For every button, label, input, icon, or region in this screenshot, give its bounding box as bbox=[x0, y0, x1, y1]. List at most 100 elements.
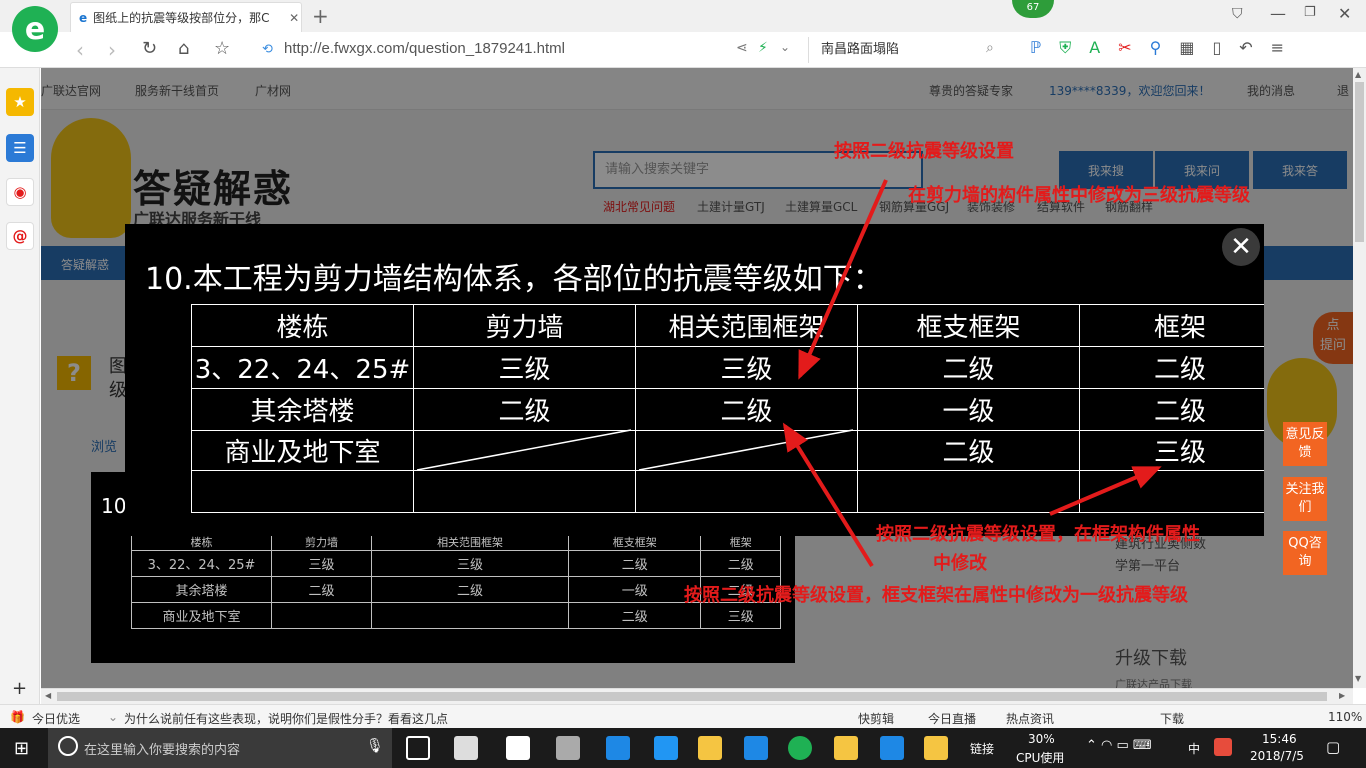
taskbar-search-input[interactable]: 在这里输入你要搜索的内容 bbox=[48, 728, 392, 768]
edge-icon[interactable] bbox=[506, 736, 530, 760]
close-window-icon[interactable]: ✕ bbox=[1338, 4, 1351, 23]
magnifier-icon[interactable]: ⚲ bbox=[1150, 38, 1162, 58]
cpu-percent: 30% bbox=[1028, 732, 1055, 746]
zoom-level[interactable]: 110% bbox=[1328, 710, 1362, 724]
chevron-icon[interactable]: ⌄ bbox=[108, 710, 118, 724]
add-icon[interactable]: + bbox=[12, 678, 27, 699]
browser-logo-icon[interactable]: e bbox=[12, 6, 58, 52]
s-c01: 三级 bbox=[270, 550, 373, 577]
tray-icons[interactable]: ⌃ ◠ ▭ ⌨ bbox=[1086, 738, 1152, 753]
feedback-button[interactable]: 意见反馈 bbox=[1283, 422, 1327, 466]
quick-edit[interactable]: 快剪辑 bbox=[858, 710, 894, 727]
ad-block-icon[interactable]: ℙ bbox=[1030, 38, 1041, 58]
tab-title: 图纸上的抗震等级按部位分，那C bbox=[93, 11, 270, 25]
s-c23: 二级 bbox=[568, 602, 702, 629]
g-icon[interactable] bbox=[556, 736, 580, 760]
search-icon[interactable]: ⌕ bbox=[986, 40, 994, 56]
notes-icon[interactable] bbox=[834, 736, 858, 760]
maximize-icon[interactable]: ❐ bbox=[1304, 5, 1316, 20]
mic-icon[interactable]: 🎙 bbox=[366, 738, 384, 754]
follow-button[interactable]: 关注我们 bbox=[1283, 477, 1327, 521]
slash-lines bbox=[416, 429, 854, 471]
cpu-label: CPU使用 bbox=[1016, 751, 1065, 765]
list-icon[interactable]: ☰ bbox=[6, 134, 34, 162]
ie-icon: e bbox=[79, 10, 88, 25]
refresh-icon[interactable]: ↻ bbox=[142, 38, 157, 59]
menu-icon[interactable]: ≡ bbox=[1271, 38, 1284, 58]
scroll-thumb[interactable] bbox=[1355, 82, 1364, 242]
annotation-4: 按照二级抗震等级设置，框支框架在属性中修改为一级抗震等级 bbox=[684, 585, 1188, 606]
link-label[interactable]: 链接 bbox=[970, 740, 994, 757]
star-icon[interactable]: ☆ bbox=[214, 38, 230, 59]
windows-start-icon[interactable]: ⊞ bbox=[14, 738, 29, 759]
close-lightbox-button[interactable]: ✕ bbox=[1222, 228, 1260, 266]
gift-icon: 🎁 bbox=[10, 710, 25, 724]
tab-active[interactable]: e 图纸上的抗震等级按部位分，那C ✕ bbox=[70, 2, 302, 32]
url-field[interactable]: http://e.fwxgx.com/question_1879241.html bbox=[284, 40, 565, 57]
scissors-icon[interactable]: ✂ bbox=[1118, 38, 1131, 58]
notification-icon[interactable]: ▢ bbox=[1326, 738, 1340, 756]
tab-close-icon[interactable]: ✕ bbox=[289, 11, 299, 25]
lightning-icon[interactable]: ⚡ bbox=[758, 40, 768, 56]
ime-lang[interactable]: 中 bbox=[1188, 740, 1200, 757]
help-icon[interactable] bbox=[924, 736, 948, 760]
scroll-right-icon[interactable]: ▶ bbox=[1339, 691, 1345, 700]
plus-icon[interactable] bbox=[880, 736, 904, 760]
address-bar: ‹ › ↻ ⌂ ☆ ⟲ http://e.fwxgx.com/question_… bbox=[0, 32, 1366, 68]
hot-news[interactable]: 热点资讯 bbox=[1006, 710, 1054, 727]
glodon-icon[interactable] bbox=[744, 736, 768, 760]
scroll-down-icon[interactable]: ▼ bbox=[1355, 674, 1361, 683]
ie-taskbar-icon[interactable] bbox=[654, 736, 678, 760]
news-ticker[interactable]: 为什么说前任有这些表现，说明你们是假性分手？看看这几点 bbox=[124, 710, 448, 727]
windows-taskbar: ⊞ 在这里输入你要搜索的内容 🎙 链接 30% CPU使用 ⌃ ◠ ▭ ⌨ 中 … bbox=[0, 728, 1366, 768]
s-c21 bbox=[270, 602, 373, 629]
annotation-1: 按照二级抗震等级设置 bbox=[834, 141, 1014, 162]
clock-time[interactable]: 15:46 bbox=[1262, 732, 1297, 746]
edge-blue-icon[interactable] bbox=[606, 736, 630, 760]
shield-icon[interactable]: ⛨ bbox=[1059, 38, 1071, 58]
chevron-down-icon[interactable]: ⌄ bbox=[780, 40, 790, 54]
clock-date[interactable]: 2018/7/5 bbox=[1250, 749, 1304, 763]
download[interactable]: 下载 bbox=[1160, 710, 1184, 727]
undo-icon[interactable]: ↶ bbox=[1239, 38, 1252, 58]
badge: 67 bbox=[1012, 0, 1054, 18]
qq-button[interactable]: QQ咨询 bbox=[1283, 531, 1327, 575]
phone-icon[interactable]: ▯ bbox=[1212, 38, 1221, 58]
browser-search-input[interactable]: 南昌路面塌陷 bbox=[808, 37, 1008, 63]
vertical-scrollbar[interactable]: ▲ ▼ bbox=[1353, 68, 1366, 688]
site-icon: ⟲ bbox=[262, 42, 273, 57]
sogou-icon[interactable] bbox=[1214, 738, 1232, 756]
share-icon[interactable]: ⋖ bbox=[736, 40, 748, 56]
s-c04: 二级 bbox=[700, 550, 781, 577]
s-c22 bbox=[371, 602, 570, 629]
browser-active-icon[interactable] bbox=[788, 736, 812, 760]
today-picks[interactable]: 今日优选 bbox=[32, 710, 80, 727]
forward-icon[interactable]: › bbox=[108, 38, 116, 62]
new-tab-icon[interactable]: + bbox=[312, 4, 329, 28]
s-c10: 其余塔楼 bbox=[131, 576, 272, 603]
s-c20: 商业及地下室 bbox=[131, 602, 272, 629]
slash-shearwall bbox=[416, 429, 632, 471]
folder-icon[interactable] bbox=[698, 736, 722, 760]
left-sidebar: ★ ☰ ◉ @ + bbox=[0, 68, 40, 706]
home-icon[interactable]: ⌂ bbox=[178, 38, 189, 59]
back-icon[interactable]: ‹ bbox=[76, 38, 84, 62]
favorites-icon[interactable]: ★ bbox=[6, 88, 34, 116]
apps-icon[interactable]: ▦ bbox=[1179, 38, 1194, 58]
task-view-icon[interactable] bbox=[406, 736, 430, 760]
scroll-left-icon[interactable]: ◀ bbox=[45, 691, 51, 700]
pinwheel-icon[interactable] bbox=[454, 736, 478, 760]
translate-icon[interactable]: A bbox=[1089, 38, 1100, 58]
mail-icon[interactable]: @ bbox=[6, 222, 34, 250]
s-c11: 二级 bbox=[270, 576, 373, 603]
shirt-icon[interactable]: ⛉ bbox=[1232, 6, 1243, 22]
hscroll-thumb[interactable] bbox=[57, 692, 1327, 701]
image-enlarged: 10.本工程为剪力墙结构体系，各部位的抗震等级如下： 楼栋 剪力墙 相关范围框架… bbox=[125, 224, 1264, 536]
live[interactable]: 今日直播 bbox=[928, 710, 976, 727]
minimize-icon[interactable]: — bbox=[1270, 4, 1286, 23]
horizontal-scrollbar[interactable]: ◀ ▶ bbox=[41, 688, 1353, 704]
search-text: 南昌路面塌陷 bbox=[821, 42, 900, 57]
weibo-icon[interactable]: ◉ bbox=[6, 178, 34, 206]
cortana-icon[interactable] bbox=[58, 736, 78, 756]
scroll-up-icon[interactable]: ▲ bbox=[1355, 70, 1361, 79]
